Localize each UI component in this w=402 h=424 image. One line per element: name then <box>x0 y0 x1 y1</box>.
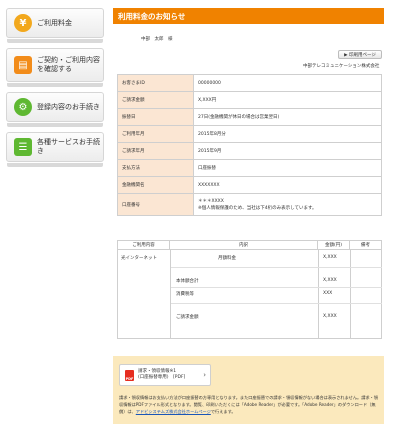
account-number-cell: ＊＊＊XXXX ※個人情報保護のため、当社は下4桁のみ表示しています。 <box>193 193 382 216</box>
billing-info-table: お客さまID 00000000 ご請求金額 X,XXX円 振替日 27日(金融機… <box>117 74 382 216</box>
detail-tax-label: 消費税等 <box>176 292 194 297</box>
transfer-date-label: 振替日 <box>117 108 194 126</box>
chevron-right-icon: › <box>203 371 206 379</box>
row-divider <box>171 303 382 304</box>
pdf-button-line2: (口座振替専用) [PDF] <box>138 375 186 380</box>
amount-label: ご請求金額 <box>117 91 194 109</box>
row-divider <box>171 287 382 288</box>
detail-header-row: ご利用内容 内訳 金額(円) 備考 <box>118 241 381 250</box>
billing-month-value: 2015年9月 <box>193 142 382 160</box>
addressee-name: 中部 太郎 様 <box>141 37 173 42</box>
customer-id-value: 00000000 <box>193 74 382 92</box>
sidebar-item-label: ご契約・ご利用内容を確認する <box>37 56 100 73</box>
book-icon: ▤ <box>14 56 32 74</box>
detail-header-service: ご利用内容 <box>118 241 170 249</box>
sidebar-item-label: 各種サービスお手続き <box>37 138 100 155</box>
detail-tax-amount: XXX <box>323 291 333 296</box>
detail-subtotal-label: 本体額合計 <box>176 279 199 284</box>
account-number-label: 口座番号 <box>117 193 194 216</box>
column-divider <box>350 250 351 338</box>
amount-value: X,XXX円 <box>193 91 382 109</box>
list-icon: ☰ <box>14 138 32 156</box>
usage-month-value: 2015年8月分 <box>193 125 382 143</box>
sidebar: ¥ ご利用料金 ▤ ご契約・ご利用内容を確認する ⚙ 登録内容のお手続き ☰ 各… <box>6 8 104 172</box>
detail-total-amount: X,XXX <box>323 314 337 319</box>
sidebar-item-label: ご利用料金 <box>37 18 72 27</box>
payment-method-label: 支払方法 <box>117 159 194 177</box>
account-number-value: ＊＊＊XXXX <box>198 199 224 204</box>
company-name: 中部テレコミュニケーション株式会社 <box>303 64 380 69</box>
notice-text-end: で行えます。 <box>210 409 236 414</box>
transfer-date-value: 27日(金融機関が休日の場合は営業翌日) <box>193 108 382 126</box>
main-content: 利用料金のお知らせ 中部 太郎 様 ▶ 印刷用ページ 中部テレコミュニケーション… <box>113 8 384 424</box>
billing-month-label: ご請求年月 <box>117 142 194 160</box>
pdf-notice-box: PDF 請求・領収情報※1 (口座振替専用) [PDF] › 請求・領収情報はお… <box>113 356 384 424</box>
customer-id-label: お客さまID <box>117 74 194 92</box>
detail-header-breakdown: 内訳 <box>170 241 318 249</box>
row-divider <box>171 267 382 268</box>
pdf-download-button[interactable]: PDF 請求・領収情報※1 (口座振替専用) [PDF] › <box>119 364 211 386</box>
detail-monthly-fee-label: 月額料金 <box>218 256 236 261</box>
detail-subtotal-amount: X,XXX <box>323 278 337 283</box>
sidebar-item-services[interactable]: ☰ 各種サービスお手続き <box>6 132 104 167</box>
bank-name-value: XXXXXXX <box>193 176 382 194</box>
print-page-button[interactable]: ▶ 印刷用ページ <box>338 50 382 59</box>
sidebar-item-billing[interactable]: ¥ ご利用料金 <box>6 8 104 43</box>
detail-service-name: 光インターネット <box>121 256 157 261</box>
page-title: 利用料金のお知らせ <box>113 8 384 24</box>
pdf-file-icon: PDF <box>125 369 134 381</box>
column-divider <box>170 250 171 338</box>
detail-total-label: ご請求金額 <box>176 315 199 320</box>
bank-name-label: 金融機関名 <box>117 176 194 194</box>
pdf-notice-text: 請求・領収情報はお支払い方法が口座振替の方専用となります。また口座振替での請求・… <box>119 394 381 415</box>
sidebar-item-contract[interactable]: ▤ ご契約・ご利用内容を確認する <box>6 48 104 87</box>
sidebar-item-registration[interactable]: ⚙ 登録内容のお手続き <box>6 92 104 127</box>
detail-header-amount: 金額(円) <box>318 241 350 249</box>
yen-icon: ¥ <box>14 14 32 32</box>
detail-monthly-fee-amount: X,XXX <box>323 255 337 260</box>
payment-method-value: 口座振替 <box>193 159 382 177</box>
column-divider <box>318 250 319 338</box>
usage-detail-table: ご利用内容 内訳 金額(円) 備考 光インターネット 月額料金 X,XXX 本体… <box>117 240 382 339</box>
account-note: ※個人情報保護のため、当社は下4桁のみ表示しています。 <box>198 206 317 211</box>
gear-icon: ⚙ <box>14 98 32 116</box>
pdf-button-label: 請求・領収情報※1 (口座振替専用) [PDF] <box>138 369 185 381</box>
pdf-button-line1: 請求・領収情報※1 <box>138 369 177 374</box>
sidebar-item-label: 登録内容のお手続き <box>37 102 100 111</box>
usage-month-label: ご利用年月 <box>117 125 194 143</box>
detail-header-remarks: 備考 <box>361 243 370 248</box>
adobe-homepage-link[interactable]: アドビシステムズ株式会社ホームページ <box>136 409 211 414</box>
